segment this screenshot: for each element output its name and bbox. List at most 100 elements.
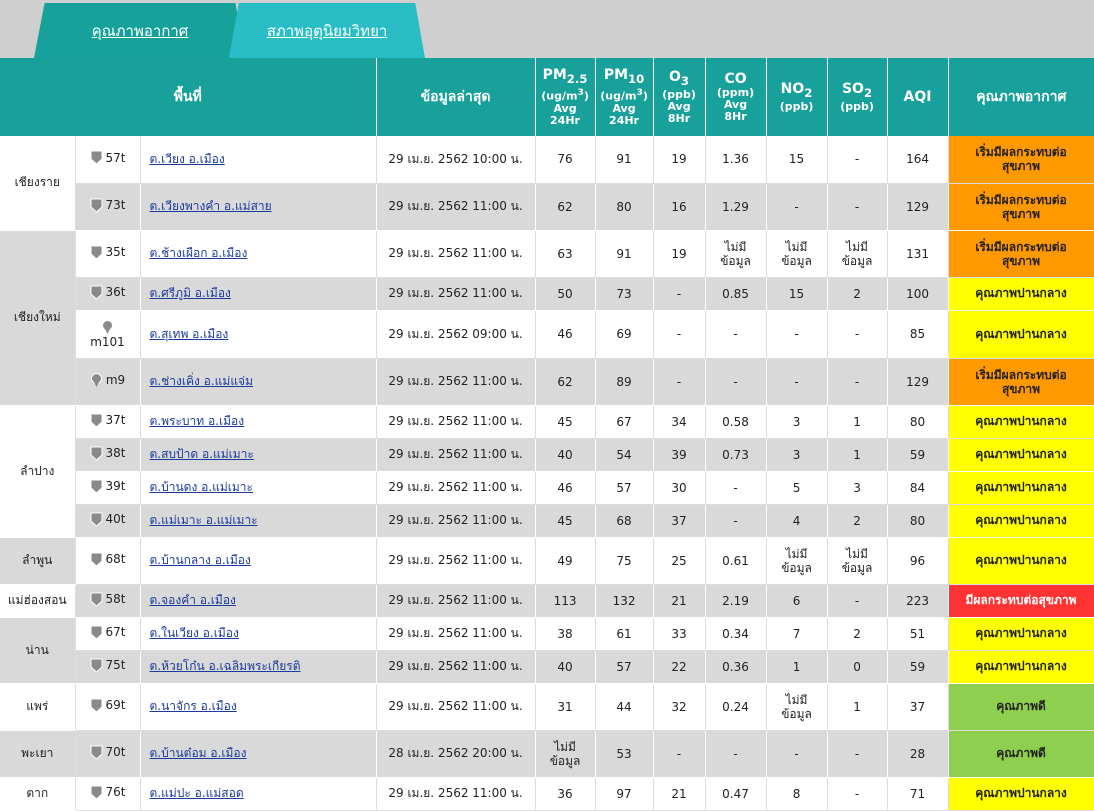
pm25-cell: 46 bbox=[535, 310, 596, 359]
so2-value: ไม่มี bbox=[846, 546, 868, 561]
so2-cell: ไม่มี ข้อมูล bbox=[827, 230, 888, 278]
area-link[interactable]: ต.บ้านดง อ.แม่เมาะ bbox=[150, 480, 254, 494]
area-cell: ต.ศรีภูมิ อ.เมือง bbox=[140, 277, 377, 311]
area-link[interactable]: ต.แม่เมาะ อ.แม่เมาะ bbox=[150, 513, 258, 527]
area-link[interactable]: ต.นาจักร อ.เมือง bbox=[150, 699, 237, 713]
province-cell: แพร่ bbox=[0, 683, 76, 731]
station-cell[interactable]: m101 bbox=[75, 310, 141, 359]
station-cell[interactable]: 67t bbox=[75, 617, 141, 651]
so2-cell: - bbox=[827, 777, 888, 811]
station-cell[interactable]: 35t bbox=[75, 230, 141, 278]
co-cell: - bbox=[705, 730, 767, 778]
tab-air-quality[interactable]: คุณภาพอากาศ bbox=[34, 3, 246, 58]
station-id: 36t bbox=[105, 285, 126, 299]
quality-badge: คุณภาพปานกลาง bbox=[948, 277, 1094, 311]
station-cell[interactable]: 69t bbox=[75, 683, 141, 731]
area-link[interactable]: ต.บ้านต๋อม อ.เมือง bbox=[150, 746, 247, 760]
co-value: ไม่มี bbox=[724, 239, 747, 254]
co-cell: 2.19 bbox=[705, 584, 767, 618]
pm25-cell: 31 bbox=[535, 683, 596, 731]
pm25-cell: 45 bbox=[535, 405, 596, 439]
station-cell[interactable]: 57t bbox=[75, 136, 141, 184]
quality-label: คุณภาพปานกลาง bbox=[975, 786, 1067, 800]
area-link[interactable]: ต.ศรีภูมิ อ.เมือง bbox=[150, 286, 231, 300]
so2-cell: 2 bbox=[827, 277, 888, 311]
station-cell[interactable]: 73t bbox=[75, 183, 141, 231]
map-marker-icon[interactable] bbox=[90, 479, 103, 494]
quality-badge: คุณภาพปานกลาง bbox=[948, 537, 1094, 585]
map-marker-icon[interactable] bbox=[90, 198, 103, 213]
station-cell[interactable]: 39t bbox=[75, 471, 141, 505]
area-link[interactable]: ต.เวียงพางคำ อ.แม่สาย bbox=[150, 199, 272, 213]
map-marker-icon[interactable] bbox=[90, 785, 103, 800]
co-cell: 1.29 bbox=[705, 183, 767, 231]
area-link[interactable]: ต.ช่างเคิ่ง อ.แม่แจ่ม bbox=[150, 374, 254, 388]
area-link[interactable]: ต.แม่ปะ อ.แม่สอด bbox=[150, 786, 244, 800]
time-cell: 29 เม.ย. 2562 11:00 น. bbox=[376, 683, 536, 731]
map-marker-icon[interactable] bbox=[90, 446, 103, 461]
area-link[interactable]: ต.พระบาท อ.เมือง bbox=[150, 414, 245, 428]
station-id: 69t bbox=[105, 698, 126, 712]
station-cell[interactable]: 40t bbox=[75, 504, 141, 538]
map-marker-icon[interactable] bbox=[90, 150, 103, 165]
station-cell[interactable]: 38t bbox=[75, 438, 141, 472]
pm10-cell: 57 bbox=[595, 471, 654, 505]
pm10-cell: 61 bbox=[595, 617, 654, 651]
province-cell: พะเยา bbox=[0, 730, 76, 778]
header-co: CO (ppm) Avg 8Hr bbox=[705, 58, 767, 136]
o3-cell: 21 bbox=[653, 584, 706, 618]
station-cell[interactable]: 58t bbox=[75, 584, 141, 618]
area-cell: ต.บ้านกลาง อ.เมือง bbox=[140, 537, 377, 585]
map-marker-icon[interactable] bbox=[90, 372, 103, 388]
aqi-cell: 37 bbox=[887, 683, 949, 731]
station-cell[interactable]: 76t bbox=[75, 777, 141, 811]
area-link[interactable]: ต.จองคำ อ.เมือง bbox=[150, 593, 236, 607]
area-link[interactable]: ต.เวียง อ.เมือง bbox=[150, 152, 225, 166]
area-link[interactable]: ต.สบป้าด อ.แม่เมาะ bbox=[150, 447, 254, 461]
tab-bar: คุณภาพอากาศ สภาพอุตุนิยมวิทยา bbox=[0, 0, 1094, 58]
map-marker-icon[interactable] bbox=[90, 285, 103, 300]
map-marker-icon[interactable] bbox=[90, 592, 103, 607]
station-cell[interactable]: 36t bbox=[75, 277, 141, 311]
o3-cell: 30 bbox=[653, 471, 706, 505]
quality-badge: เริ่มมีผลกระทบต่อ สุขภาพ bbox=[948, 183, 1094, 231]
map-marker-icon[interactable] bbox=[90, 413, 103, 428]
map-marker-icon[interactable] bbox=[90, 625, 103, 640]
co-cell: - bbox=[705, 358, 767, 406]
area-cell: ต.นาจักร อ.เมือง bbox=[140, 683, 377, 731]
area-link[interactable]: ต.สุเทพ อ.เมือง bbox=[150, 327, 229, 341]
map-marker-icon[interactable] bbox=[90, 552, 103, 567]
o3-cell: 32 bbox=[653, 683, 706, 731]
station-id: 73t bbox=[105, 198, 126, 212]
station-cell[interactable]: 75t bbox=[75, 650, 141, 684]
no2-value: ไม่มี bbox=[785, 239, 808, 254]
station-id: m101 bbox=[90, 334, 125, 349]
area-link[interactable]: ต.ช้างเผือก อ.เมือง bbox=[150, 246, 248, 260]
pm25-cell: 49 bbox=[535, 537, 596, 585]
map-marker-icon[interactable] bbox=[101, 319, 114, 335]
area-link[interactable]: ต.ในเวียง อ.เมือง bbox=[150, 626, 239, 640]
no2-cell: 7 bbox=[766, 617, 828, 651]
no2-cell: 3 bbox=[766, 405, 828, 439]
co-cell: 0.58 bbox=[705, 405, 767, 439]
time-cell: 29 เม.ย. 2562 11:00 น. bbox=[376, 358, 536, 406]
o3-cell: 34 bbox=[653, 405, 706, 439]
map-marker-icon[interactable] bbox=[90, 658, 103, 673]
map-marker-icon[interactable] bbox=[90, 745, 103, 760]
station-cell[interactable]: 37t bbox=[75, 405, 141, 439]
station-cell[interactable]: m9 bbox=[75, 358, 141, 406]
time-cell: 29 เม.ย. 2562 10:00 น. bbox=[376, 136, 536, 184]
station-cell[interactable]: 68t bbox=[75, 537, 141, 585]
quality-badge: เริ่มมีผลกระทบต่อ สุขภาพ bbox=[948, 358, 1094, 406]
map-marker-icon[interactable] bbox=[90, 245, 103, 260]
area-cell: ต.ช้างเผือก อ.เมือง bbox=[140, 230, 377, 278]
area-cell: ต.ห้วยโก๋น อ.เฉลิมพระเกียรติ bbox=[140, 650, 377, 684]
map-marker-icon[interactable] bbox=[90, 698, 103, 713]
table-header: พื้นที่ ข้อมูลล่าสุด PM2.5 (ug/m3) Avg 2… bbox=[0, 58, 1094, 136]
map-marker-icon[interactable] bbox=[90, 512, 103, 527]
area-link[interactable]: ต.ห้วยโก๋น อ.เฉลิมพระเกียรติ bbox=[150, 659, 301, 673]
area-link[interactable]: ต.บ้านกลาง อ.เมือง bbox=[150, 553, 251, 567]
station-cell[interactable]: 70t bbox=[75, 730, 141, 778]
pm25-cell: 45 bbox=[535, 504, 596, 538]
tab-meteorology[interactable]: สภาพอุตุนิยมวิทยา bbox=[229, 3, 425, 58]
